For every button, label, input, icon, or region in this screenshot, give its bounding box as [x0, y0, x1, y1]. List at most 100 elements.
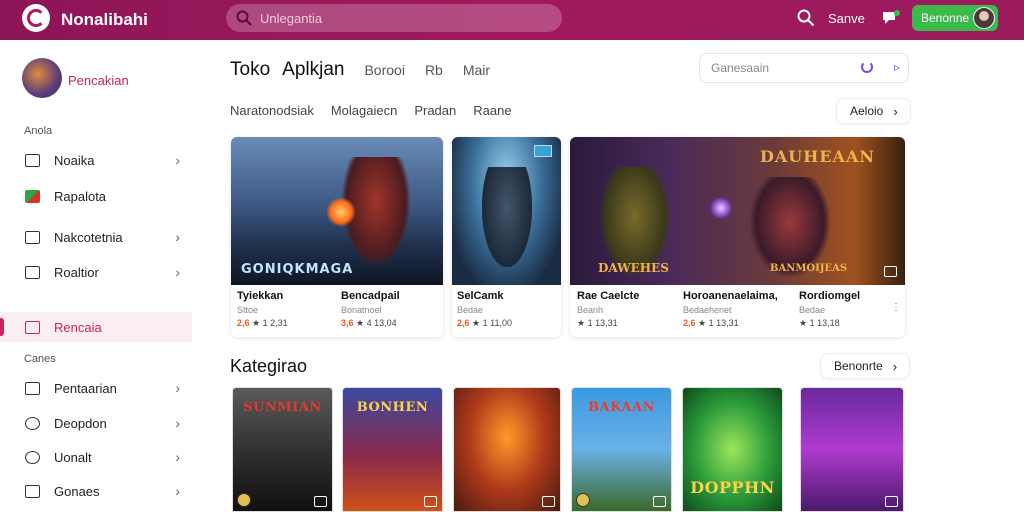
game-art-image: DAUHEAAN DAWEHES BANMOIJEAS [570, 137, 905, 285]
rating: ★ 1 2,31 [252, 318, 288, 328]
sidebar-item-label: Noaika [54, 152, 95, 168]
game-art-logo: BANMOIJEAS [770, 263, 848, 274]
card-price: 3,6 ★ 4 13,04 [341, 318, 397, 329]
rating: ★ 1 13,31 [577, 318, 618, 328]
sign-in-link[interactable]: Sanve [828, 11, 865, 26]
chevron-right-icon: › [175, 415, 180, 431]
chevron-right-icon: › [893, 103, 898, 119]
top-search-input[interactable] [260, 10, 540, 26]
card-price: ★ 1 13,31 [577, 318, 618, 329]
category-tile[interactable] [800, 387, 904, 512]
top-tabs: Toko Aplkjan Borooi Rb Mair [230, 59, 510, 81]
rating: ★ 1 13,18 [799, 318, 840, 328]
store-search-input[interactable] [711, 61, 851, 75]
user-avatar[interactable] [973, 7, 995, 29]
arrow-right-icon[interactable]: ▹ [894, 60, 900, 74]
card-price: 2,6 ★ 1 2,31 [237, 318, 288, 329]
tile-logo: BONHEN [356, 400, 429, 415]
game-art-image [452, 137, 561, 285]
clock-icon [25, 450, 40, 464]
search-icon [236, 10, 252, 26]
store-search-bar[interactable]: ▹ [699, 53, 909, 83]
card-price: 2,6 ★ 1 13,31 [683, 318, 739, 329]
card-price: ★ 1 13,18 [799, 318, 840, 329]
more-button[interactable]: Aeloio › [836, 98, 911, 124]
sidebar-item-label: Rapalota [54, 188, 107, 204]
price-highlight: 2,6 [457, 318, 470, 328]
app-brand: Nonalibahi [61, 10, 148, 29]
subtab-1[interactable]: Molagaiecn [331, 103, 398, 118]
logo-mark-icon [27, 9, 45, 27]
badge-icon [576, 493, 590, 507]
sidebar-item-2[interactable]: Nakcotetnia › [0, 222, 192, 252]
tile-logo: DOPPHN [690, 478, 775, 497]
sidebar-item-label: Gonaes [54, 483, 100, 499]
sidebar-item-label: Pentaarian [54, 380, 117, 396]
game-card[interactable]: SelCamk Bedae 2,6 ★ 1 11,00 [452, 137, 561, 337]
category-tile[interactable] [453, 387, 561, 512]
sidebar-item-3[interactable]: Roaltior › [0, 257, 192, 287]
chevron-right-icon: › [892, 358, 898, 374]
compass-icon [25, 416, 40, 430]
category-tile[interactable]: BONHEN [342, 387, 443, 512]
chevron-right-icon: › [175, 229, 180, 245]
game-card[interactable]: GONIQKMAGA Tyiekkan Sttoe 2,6 ★ 1 2,31 B… [231, 137, 443, 337]
sidebar-item-6[interactable]: Deopdon › [0, 408, 192, 438]
sidebar-item-5[interactable]: Pentaarian › [0, 373, 192, 403]
sidebar-item-4[interactable]: Rencaia [0, 312, 192, 342]
tab-4[interactable]: Rb [425, 62, 443, 78]
chevron-right-icon: › [175, 380, 180, 396]
sidebar-item-7[interactable]: Uonalt › [0, 442, 192, 472]
tab-3[interactable]: Borooi [364, 62, 404, 78]
sidebar-item-label: Uonalt [54, 449, 92, 465]
gallery-icon [884, 266, 897, 277]
box-icon [25, 381, 40, 395]
card-title: Rordiomgel [799, 290, 861, 302]
profile-avatar[interactable] [22, 58, 62, 98]
top-search-bar[interactable] [226, 4, 562, 32]
game-card[interactable]: DAUHEAAN DAWEHES BANMOIJEAS Rae Caelcte … [570, 137, 905, 337]
game-art-logo: DAWEHES [598, 261, 669, 275]
subtab-2[interactable]: Pradan [414, 103, 456, 118]
price-highlight: 2,6 [683, 318, 696, 328]
badge-icon [534, 145, 552, 157]
card-title: Tyiekkan [237, 290, 284, 302]
more-options-icon[interactable]: ⋮ [891, 302, 901, 314]
chevron-right-icon: › [175, 483, 180, 499]
card-meta: Bonatnoel [341, 305, 382, 315]
cta-button[interactable]: Benonne [912, 5, 998, 31]
category-tile[interactable]: BAKAAN [571, 387, 672, 512]
section-button-label: Benonrte [834, 359, 883, 373]
badge-icon [237, 493, 251, 507]
tab-apps[interactable]: Aplkjan [282, 59, 344, 81]
tab-store[interactable]: Toko [230, 59, 270, 81]
sidebar-item-8[interactable]: Gonaes › [0, 476, 192, 506]
subtab-0[interactable]: Naratonodsiak [230, 103, 314, 118]
category-tile[interactable]: DOPPHN [682, 387, 783, 512]
section-label: Anola [24, 125, 53, 137]
section-more-button[interactable]: Benonrte › [820, 353, 911, 379]
box-icon [25, 265, 40, 279]
cta-label: Benonne [921, 11, 970, 25]
subtab-3[interactable]: Raane [473, 103, 511, 118]
profile-name[interactable]: Pencakian [68, 73, 129, 88]
chevron-right-icon: › [175, 449, 180, 465]
category-tile[interactable]: SUNMIAN [232, 387, 333, 512]
chat-icon[interactable] [881, 9, 901, 27]
tab-5[interactable]: Mair [463, 62, 490, 78]
sidebar-item-0[interactable]: Noaika › [0, 145, 192, 175]
price-highlight: 2,6 [237, 318, 250, 328]
sidebar-item-label: Deopdon [54, 415, 107, 431]
calendar-icon [25, 320, 40, 334]
game-art-logo: GONIQKMAGA [241, 262, 354, 277]
search-icon[interactable] [797, 9, 815, 27]
tile-logo: BAKAAN [588, 400, 655, 415]
crown-icon [25, 153, 40, 167]
app-logo[interactable] [22, 4, 50, 32]
card-meta: Bedae [457, 305, 484, 315]
sidebar-item-1[interactable]: Rapalota [0, 181, 192, 211]
card-meta: Sttoe [237, 305, 259, 315]
refresh-icon[interactable] [861, 61, 873, 73]
sidebar-item-label: Roaltior [54, 264, 99, 280]
card-title: Bencadpail [341, 290, 400, 302]
